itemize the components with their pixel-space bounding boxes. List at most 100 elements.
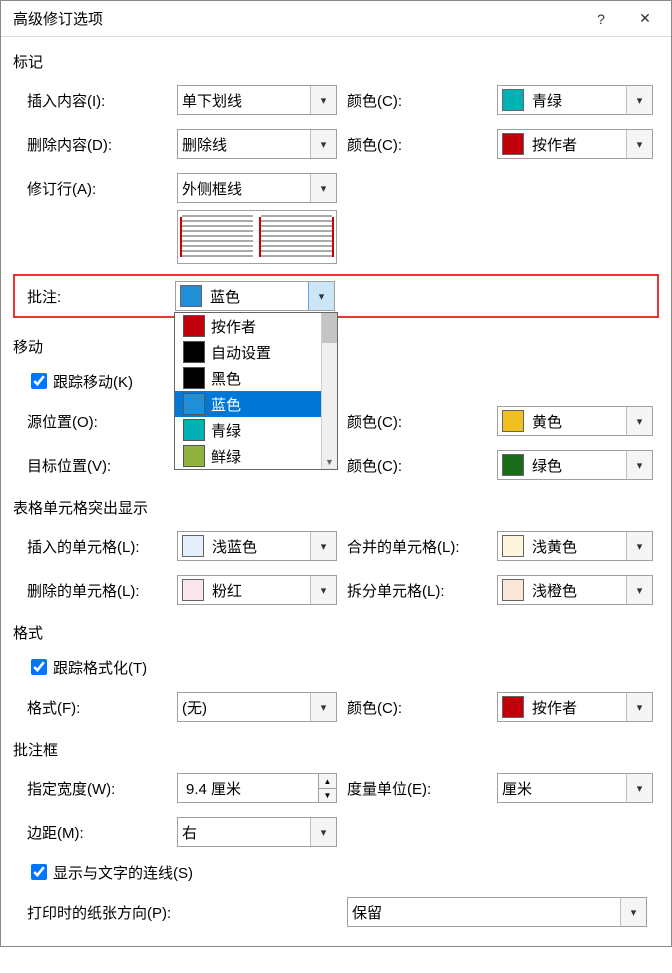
comments-row-highlight: 批注: 蓝色 ▾ 按作者自动设置黑色蓝色青绿鲜绿 [13, 274, 659, 318]
color-swatch [183, 367, 205, 389]
color-swatch [502, 89, 524, 111]
color-swatch [183, 315, 205, 337]
dropdown-item-label: 蓝色 [211, 394, 241, 415]
chevron-down-icon: ▾ [626, 86, 652, 114]
dropdown-item[interactable]: 自动设置 [175, 339, 321, 365]
chevron-down-icon: ▾ [626, 576, 652, 604]
width-label: 指定宽度(W): [27, 778, 177, 799]
chevron-down-icon: ▾ [308, 282, 334, 310]
dropdown-item-label: 自动设置 [211, 342, 271, 363]
source-label: 源位置(O): [27, 411, 177, 432]
track-formatting-checkbox[interactable] [31, 659, 47, 675]
margin-label: 边距(M): [27, 822, 177, 843]
scrollbar[interactable] [321, 313, 337, 469]
section-marking: 标记 [13, 51, 659, 72]
dropdown-item-label: 鲜绿 [211, 446, 241, 467]
show-lines-label: 显示与文字的连线(S) [53, 862, 193, 883]
advanced-track-changes-dialog: 高级修订选项 ? ✕ 标记 插入内容(I): 单下划线 ▾ 颜色(C): 青绿 … [0, 0, 672, 947]
track-moves-checkbox[interactable] [31, 373, 47, 389]
chevron-down-icon: ▾ [626, 774, 652, 802]
source-color-combo[interactable]: 黄色 ▾ [497, 406, 653, 436]
inserted-cells-label: 插入的单元格(L): [27, 536, 177, 557]
track-formatting-label: 跟踪格式化(T) [53, 657, 147, 678]
deleted-cells-label: 删除的单元格(L): [27, 580, 177, 601]
color-swatch [502, 454, 524, 476]
chevron-down-icon: ▾ [626, 407, 652, 435]
chevron-down-icon: ▾ [626, 451, 652, 479]
help-button[interactable]: ? [579, 3, 623, 35]
color-swatch [502, 696, 524, 718]
chevron-down-icon: ▾ [310, 174, 336, 202]
formatting-color-combo[interactable]: 按作者 ▾ [497, 692, 653, 722]
track-moves-label: 跟踪移动(K) [53, 371, 133, 392]
split-cells-combo[interactable]: 浅橙色 ▾ [497, 575, 653, 605]
color-swatch [502, 133, 524, 155]
formatting-combo[interactable]: (无) ▾ [177, 692, 337, 722]
deletion-combo[interactable]: 删除线 ▾ [177, 129, 337, 159]
chevron-down-icon: ▾ [310, 576, 336, 604]
dropdown-item-label: 青绿 [211, 420, 241, 441]
color-swatch [502, 579, 524, 601]
color-swatch [182, 535, 204, 557]
color-swatch [183, 419, 205, 441]
dropdown-item[interactable]: 黑色 [175, 365, 321, 391]
changedlines-label: 修订行(A): [27, 178, 177, 199]
chevron-down-icon: ▾ [310, 86, 336, 114]
dest-color-combo[interactable]: 绿色 ▾ [497, 450, 653, 480]
unit-combo[interactable]: 厘米 ▾ [497, 773, 653, 803]
insertion-label: 插入内容(I): [27, 90, 177, 111]
margin-combo[interactable]: 右 ▾ [177, 817, 337, 847]
section-balloons: 批注框 [13, 739, 659, 760]
insertion-color-label: 颜色(C): [347, 90, 497, 111]
source-color-label: 颜色(C): [347, 411, 497, 432]
comments-color-combo[interactable]: 蓝色 ▾ 按作者自动设置黑色蓝色青绿鲜绿 [175, 281, 335, 311]
dest-color-label: 颜色(C): [347, 455, 497, 476]
changedlines-combo[interactable]: 外侧框线 ▾ [177, 173, 337, 203]
color-swatch [180, 285, 202, 307]
insertion-combo[interactable]: 单下划线 ▾ [177, 85, 337, 115]
chevron-down-icon: ▾ [626, 693, 652, 721]
dropdown-item[interactable]: 鲜绿 [175, 443, 321, 469]
formatting-color-label: 颜色(C): [347, 697, 497, 718]
deletion-color-label: 颜色(C): [347, 134, 497, 155]
split-cells-label: 拆分单元格(L): [347, 580, 497, 601]
dropdown-item[interactable]: 按作者 [175, 313, 321, 339]
spin-down-icon[interactable]: ▼ [319, 788, 336, 802]
spin-up-icon[interactable]: ▲ [319, 774, 336, 788]
color-swatch [182, 579, 204, 601]
changedlines-preview [177, 210, 337, 264]
chevron-down-icon: ▾ [310, 532, 336, 560]
color-swatch [183, 341, 205, 363]
color-swatch [183, 393, 205, 415]
deletion-color-combo[interactable]: 按作者 ▾ [497, 129, 653, 159]
dropdown-item[interactable]: 蓝色 [175, 391, 321, 417]
dest-label: 目标位置(V): [27, 455, 177, 476]
orientation-combo[interactable]: 保留 ▾ [347, 897, 647, 927]
comments-color-dropdown: 按作者自动设置黑色蓝色青绿鲜绿 [174, 312, 338, 470]
color-swatch [183, 445, 205, 467]
comments-label: 批注: [27, 286, 175, 307]
dialog-title: 高级修订选项 [13, 8, 579, 29]
dropdown-item-label: 黑色 [211, 368, 241, 389]
inserted-cells-combo[interactable]: 浅蓝色 ▾ [177, 531, 337, 561]
formatting-label: 格式(F): [27, 697, 177, 718]
merged-cells-combo[interactable]: 浅黄色 ▾ [497, 531, 653, 561]
width-spinner[interactable]: 9.4 厘米 ▲ ▼ [177, 773, 337, 803]
chevron-down-icon: ▾ [310, 130, 336, 158]
show-lines-checkbox[interactable] [31, 864, 47, 880]
close-button[interactable]: ✕ [623, 3, 667, 35]
titlebar: 高级修订选项 ? ✕ [1, 1, 671, 37]
insertion-color-combo[interactable]: 青绿 ▾ [497, 85, 653, 115]
deleted-cells-combo[interactable]: 粉红 ▾ [177, 575, 337, 605]
deletion-label: 删除内容(D): [27, 134, 177, 155]
color-swatch [502, 535, 524, 557]
orientation-label: 打印时的纸张方向(P): [27, 902, 347, 923]
dropdown-item-label: 按作者 [211, 316, 256, 337]
chevron-down-icon: ▾ [310, 693, 336, 721]
chevron-down-icon: ▾ [310, 818, 336, 846]
chevron-down-icon: ▾ [620, 898, 646, 926]
merged-cells-label: 合并的单元格(L): [347, 536, 497, 557]
dropdown-item[interactable]: 青绿 [175, 417, 321, 443]
section-formatting: 格式 [13, 622, 659, 643]
color-swatch [502, 410, 524, 432]
